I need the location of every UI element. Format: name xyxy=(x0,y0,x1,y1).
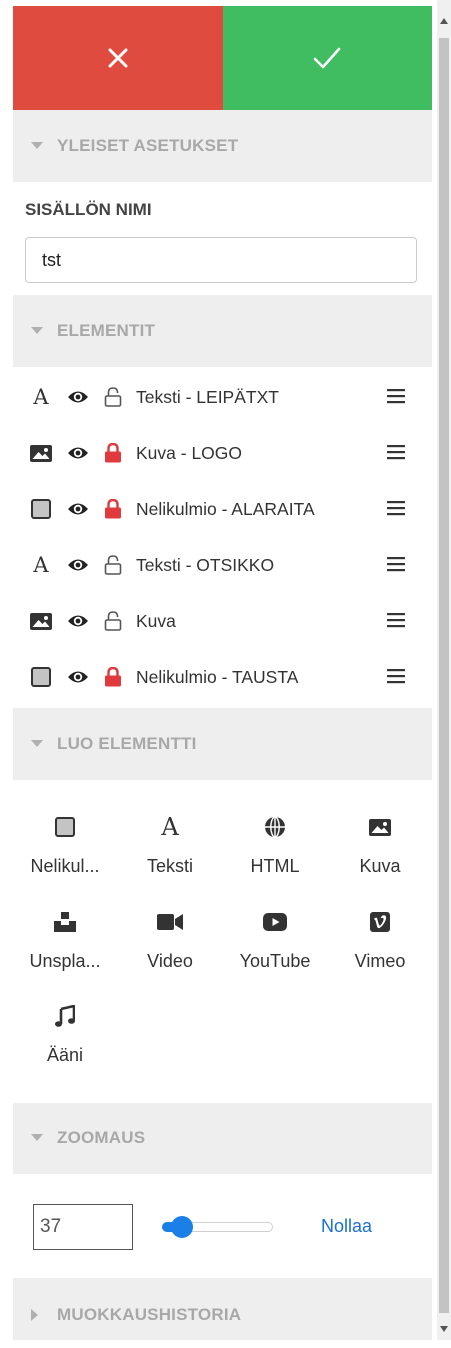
caret-down-icon xyxy=(31,1134,57,1142)
locked-icon[interactable] xyxy=(102,498,124,520)
vimeo-icon xyxy=(328,909,432,935)
locked-icon[interactable] xyxy=(102,442,124,464)
element-list: A Teksti - LEIPÄTXT Kuva - LOGO Nelikulm… xyxy=(13,367,432,708)
eye-icon[interactable] xyxy=(67,610,89,632)
unsplash-icon xyxy=(13,909,117,935)
create-element-grid: Nelikul... A Teksti HTML Kuva Unspla... … xyxy=(13,780,432,1103)
drag-handle-icon[interactable] xyxy=(387,556,405,572)
drag-handle-icon[interactable] xyxy=(387,500,405,516)
element-label: Teksti - OTSIKKO xyxy=(136,555,275,575)
create-video-button[interactable]: Video xyxy=(118,895,222,985)
eye-icon[interactable] xyxy=(67,498,89,520)
video-camera-icon xyxy=(118,909,222,935)
create-unsplash-button[interactable]: Unspla... xyxy=(13,895,117,985)
close-icon xyxy=(108,48,128,68)
section-header-elements[interactable]: ELEMENTIT xyxy=(13,298,432,364)
caret-down-icon xyxy=(31,740,57,748)
general-settings: SISÄLLÖN NIMI xyxy=(13,182,432,295)
image-icon xyxy=(30,442,52,464)
create-vimeo-button[interactable]: Vimeo xyxy=(328,895,432,985)
create-image-button[interactable]: Kuva xyxy=(328,800,432,890)
editor-panel: YLEISET ASETUKSET SISÄLLÖN NIMI ELEMENTI… xyxy=(13,6,432,1340)
scrollbar[interactable] xyxy=(437,0,451,1340)
element-label: Nelikulmio - TAUSTA xyxy=(136,667,299,687)
drag-handle-icon[interactable] xyxy=(387,668,405,684)
create-rectangle-button[interactable]: Nelikul... xyxy=(13,800,117,890)
create-item-label: Unspla... xyxy=(29,951,101,971)
unlocked-icon[interactable] xyxy=(102,386,124,408)
section-title: MUOKKAUSHISTORIA xyxy=(57,1305,242,1324)
element-row[interactable]: A Teksti - LEIPÄTXT xyxy=(13,376,432,416)
zoom-value-input[interactable] xyxy=(33,1204,133,1250)
text-icon: A xyxy=(33,552,49,577)
section-title: LUO ELEMENTTI xyxy=(57,734,197,753)
create-item-label: Vimeo xyxy=(354,951,406,971)
create-item-label: Teksti xyxy=(146,856,193,876)
zoom-reset-link[interactable]: Nollaa xyxy=(321,1216,372,1237)
zoom-slider[interactable] xyxy=(158,1216,273,1238)
scrollbar-thumb[interactable] xyxy=(439,38,449,1313)
create-html-button[interactable]: HTML xyxy=(223,800,327,890)
create-audio-button[interactable]: Ääni xyxy=(13,989,117,1079)
unlocked-icon[interactable] xyxy=(102,610,124,632)
drag-handle-icon[interactable] xyxy=(387,444,405,460)
music-icon xyxy=(13,1003,117,1029)
element-row[interactable]: Kuva xyxy=(13,600,432,640)
caret-right-icon xyxy=(31,1309,57,1321)
globe-icon xyxy=(223,814,327,840)
scroll-down-arrow-icon[interactable] xyxy=(440,1326,448,1332)
create-item-label: Ääni xyxy=(46,1045,84,1065)
rectangle-icon xyxy=(13,814,117,840)
section-title: ELEMENTIT xyxy=(57,321,156,340)
eye-icon[interactable] xyxy=(67,442,89,464)
eye-icon[interactable] xyxy=(67,554,89,576)
element-row[interactable]: Nelikulmio - TAUSTA xyxy=(13,656,432,696)
rectangle-icon xyxy=(30,666,52,688)
image-icon xyxy=(30,610,52,632)
create-item-label: HTML xyxy=(250,856,300,876)
section-title: YLEISET ASETUKSET xyxy=(57,136,239,155)
cancel-button[interactable] xyxy=(13,6,223,110)
element-label: Teksti - LEIPÄTXT xyxy=(136,387,279,407)
zoom-controls: Nollaa xyxy=(13,1174,432,1278)
eye-icon[interactable] xyxy=(67,666,89,688)
content-name-input[interactable] xyxy=(25,237,417,283)
create-text-button[interactable]: A Teksti xyxy=(118,800,222,890)
unlocked-icon[interactable] xyxy=(102,554,124,576)
section-title: ZOOMAUS xyxy=(57,1128,146,1147)
slider-thumb[interactable] xyxy=(171,1216,193,1238)
content-name-label: SISÄLLÖN NIMI xyxy=(25,200,152,219)
element-label: Kuva - LOGO xyxy=(136,443,243,463)
rectangle-icon xyxy=(30,498,52,520)
text-icon: A xyxy=(33,384,49,409)
caret-down-icon xyxy=(31,142,57,150)
drag-handle-icon[interactable] xyxy=(387,612,405,628)
element-row[interactable]: Kuva - LOGO xyxy=(13,432,432,472)
element-row[interactable]: Nelikulmio - ALARAITA xyxy=(13,488,432,528)
section-header-history[interactable]: MUOKKAUSHISTORIA xyxy=(13,1282,432,1348)
youtube-icon xyxy=(223,909,327,935)
locked-icon[interactable] xyxy=(102,666,124,688)
image-icon xyxy=(328,814,432,840)
section-header-zoom[interactable]: ZOOMAUS xyxy=(13,1105,432,1171)
create-item-label: YouTube xyxy=(239,951,311,971)
element-row[interactable]: A Teksti - OTSIKKO xyxy=(13,544,432,584)
section-header-create[interactable]: LUO ELEMENTTI xyxy=(13,711,432,777)
create-youtube-button[interactable]: YouTube xyxy=(223,895,327,985)
caret-down-icon xyxy=(31,327,57,335)
check-icon xyxy=(313,47,341,69)
confirm-button[interactable] xyxy=(222,6,432,110)
element-label: Kuva xyxy=(136,611,176,631)
eye-icon[interactable] xyxy=(67,386,89,408)
drag-handle-icon[interactable] xyxy=(387,388,405,404)
element-label: Nelikulmio - ALARAITA xyxy=(136,499,315,519)
action-bar xyxy=(13,6,432,110)
section-header-general[interactable]: YLEISET ASETUKSET xyxy=(13,113,432,179)
scroll-up-arrow-icon[interactable] xyxy=(440,18,448,24)
create-item-label: Kuva xyxy=(359,856,401,876)
create-item-label: Video xyxy=(147,951,193,971)
create-item-label: Nelikul... xyxy=(30,856,100,876)
text-icon: A xyxy=(161,813,179,841)
